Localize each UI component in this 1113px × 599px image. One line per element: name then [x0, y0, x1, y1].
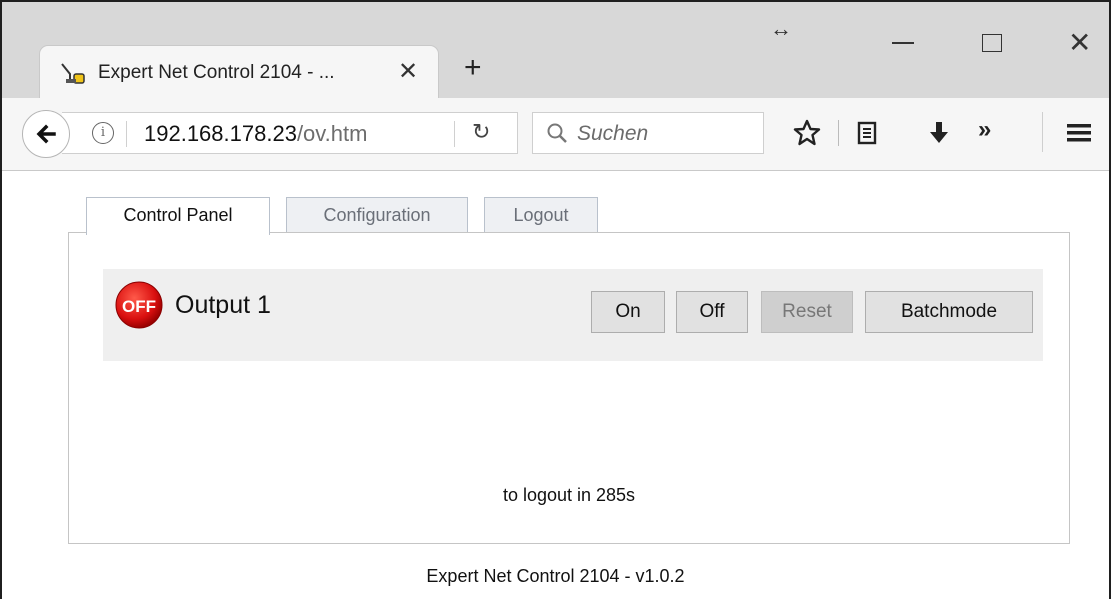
- toolbar-divider-right: [1042, 112, 1043, 152]
- tab-control-panel[interactable]: Control Panel: [86, 197, 270, 235]
- resize-icon: ↔: [770, 16, 792, 41]
- browser-window: Expert Net Control 2104 - ... ✕ + ↔ ✕ i …: [0, 0, 1111, 599]
- url-path: /ov.htm: [296, 121, 368, 146]
- new-tab-button[interactable]: +: [464, 50, 482, 86]
- plug-favicon-icon: [61, 63, 85, 84]
- back-arrow-icon: [36, 124, 56, 144]
- toolbar-divider: [838, 120, 839, 146]
- tab-strip: Expert Net Control 2104 - ... ✕ + ↔ ✕: [2, 2, 1109, 100]
- control-panel: OFF Output 1 On Off Reset Batchmode to l…: [68, 232, 1070, 544]
- browser-tab[interactable]: Expert Net Control 2104 - ... ✕: [40, 46, 438, 100]
- logout-countdown: to logout in 285s: [502, 485, 636, 505]
- minimize-icon[interactable]: [892, 42, 914, 44]
- download-icon[interactable]: [924, 118, 954, 148]
- overflow-icon[interactable]: »: [978, 116, 1008, 146]
- hamburger-menu-icon[interactable]: [1064, 118, 1094, 148]
- info-icon[interactable]: i: [92, 122, 114, 144]
- close-window-icon[interactable]: ✕: [1068, 26, 1091, 59]
- search-placeholder: Suchen: [577, 122, 649, 145]
- url-divider-right: [454, 121, 455, 147]
- reset-button[interactable]: Reset: [761, 291, 853, 333]
- navigation-bar: i 192.168.178.23/ov.htm ↻ Suchen »: [2, 98, 1109, 171]
- off-status-badge: OFF: [115, 281, 163, 329]
- output-label: Output 1: [175, 291, 271, 319]
- back-button[interactable]: [22, 110, 70, 158]
- url-host: 192.168.178.23: [144, 121, 297, 146]
- on-button[interactable]: On: [591, 291, 665, 333]
- url-bar[interactable]: i 192.168.178.23/ov.htm ↻: [62, 112, 518, 154]
- footer-version: Expert Net Control 2104 - v1.0.2: [426, 566, 685, 586]
- search-icon: [547, 123, 567, 143]
- search-bar[interactable]: Suchen: [532, 112, 764, 154]
- reload-icon[interactable]: ↻: [472, 119, 490, 145]
- output-row: OFF Output 1 On Off Reset Batchmode: [103, 269, 1043, 361]
- off-badge-text: OFF: [122, 297, 156, 316]
- tab-title: Expert Net Control 2104 - ...: [98, 62, 335, 83]
- tab-configuration[interactable]: Configuration: [286, 197, 468, 233]
- url-text[interactable]: 192.168.178.23/ov.htm: [144, 121, 367, 147]
- page-content: Control Panel Configuration Logout OFF O…: [2, 171, 1109, 599]
- batchmode-button[interactable]: Batchmode: [865, 291, 1033, 333]
- maximize-icon[interactable]: [982, 34, 1002, 52]
- url-divider: [126, 121, 127, 147]
- reader-icon[interactable]: [852, 118, 882, 148]
- star-icon[interactable]: [792, 118, 822, 148]
- tab-logout[interactable]: Logout: [484, 197, 598, 233]
- off-button[interactable]: Off: [676, 291, 748, 333]
- close-tab-icon[interactable]: ✕: [398, 58, 418, 86]
